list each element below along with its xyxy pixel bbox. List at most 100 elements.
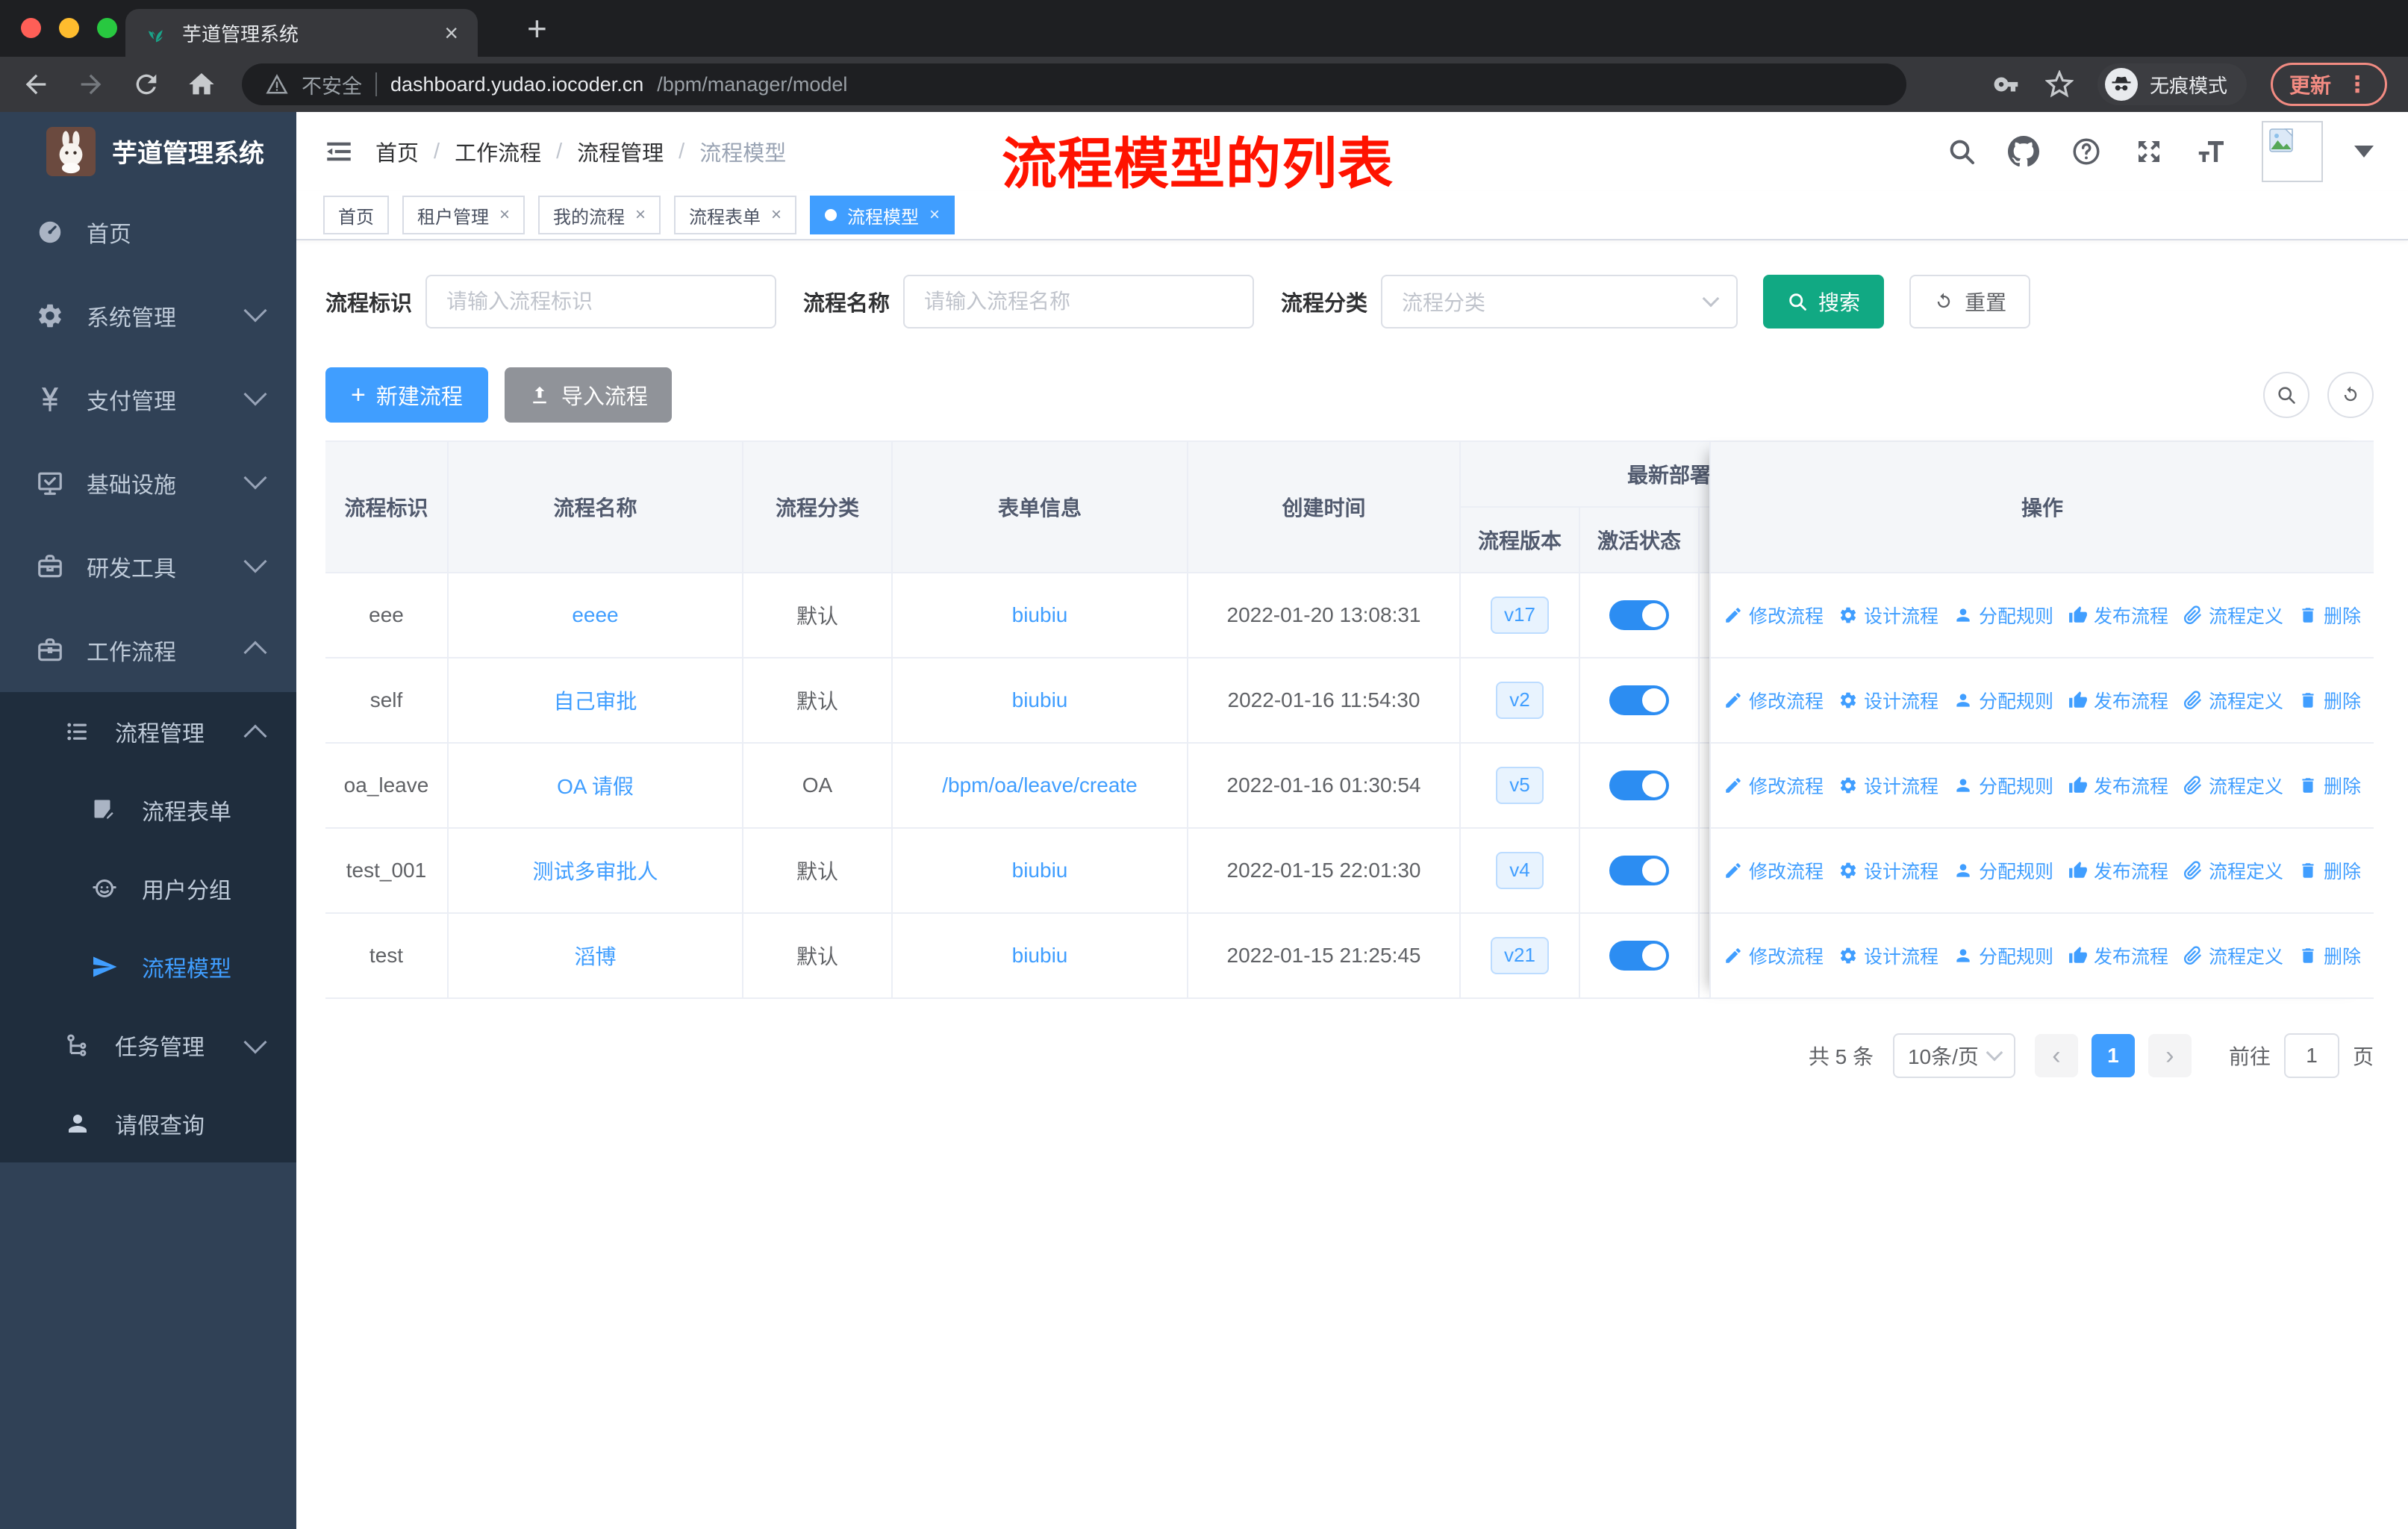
github-icon[interactable]: [2008, 136, 2039, 167]
form-info-link[interactable]: biubiu: [1012, 859, 1068, 882]
sidebar-item-leave-query[interactable]: 请假查询: [0, 1084, 296, 1162]
assign-rule-link[interactable]: 分配规则: [1953, 687, 2053, 714]
modify-process-link[interactable]: 修改流程: [1724, 857, 1824, 884]
font-size-icon[interactable]: [2196, 136, 2230, 167]
form-info-link[interactable]: biubiu: [1012, 944, 1068, 968]
back-icon[interactable]: [21, 69, 51, 99]
reload-icon[interactable]: [131, 69, 161, 99]
design-process-link[interactable]: 设计流程: [1838, 687, 1938, 714]
browser-tab[interactable]: 芋道管理系统 ×: [125, 9, 478, 57]
update-button[interactable]: 更新 ⋮: [2270, 63, 2387, 106]
create-process-button[interactable]: + 新建流程: [325, 367, 488, 423]
tag-tenant-management[interactable]: 租户管理 ×: [402, 196, 525, 234]
delete-link[interactable]: 删除: [2298, 942, 2361, 969]
sidebar-item-workflow[interactable]: 工作流程: [0, 608, 296, 692]
process-name-link[interactable]: OA 请假: [557, 770, 634, 800]
version-badge[interactable]: v5: [1496, 767, 1544, 804]
process-name-link[interactable]: 滔博: [574, 941, 616, 971]
assign-rule-link[interactable]: 分配规则: [1953, 602, 2053, 629]
form-info-link[interactable]: biubiu: [1012, 688, 1068, 712]
tab-close-icon[interactable]: ×: [444, 21, 458, 45]
avatar[interactable]: [2262, 121, 2323, 182]
delete-link[interactable]: 删除: [2298, 772, 2361, 799]
security-warning-icon[interactable]: [266, 73, 288, 96]
modify-process-link[interactable]: 修改流程: [1724, 772, 1824, 799]
assign-rule-link[interactable]: 分配规则: [1953, 857, 2053, 884]
sidebar-item-process-management[interactable]: 流程管理: [0, 692, 296, 770]
refresh-table-button[interactable]: [2327, 372, 2374, 418]
delete-link[interactable]: 删除: [2298, 857, 2361, 884]
delete-link[interactable]: 删除: [2298, 602, 2361, 629]
window-maximize-button[interactable]: [97, 18, 117, 38]
sidebar-item-payment[interactable]: 支付管理: [0, 358, 296, 441]
process-key-input[interactable]: [425, 275, 777, 328]
assign-rule-link[interactable]: 分配规则: [1953, 942, 2053, 969]
show-search-button[interactable]: [2263, 372, 2309, 418]
fullscreen-icon[interactable]: [2133, 136, 2165, 167]
forward-icon[interactable]: [76, 69, 106, 99]
active-toggle[interactable]: [1609, 600, 1669, 630]
tag-process-model[interactable]: 流程模型 ×: [810, 196, 955, 234]
active-toggle[interactable]: [1609, 856, 1669, 885]
goto-page-input[interactable]: [2283, 1033, 2339, 1078]
help-icon[interactable]: [2071, 136, 2102, 167]
process-name-link[interactable]: 自己审批: [553, 685, 637, 715]
design-process-link[interactable]: 设计流程: [1838, 602, 1938, 629]
tag-close-icon[interactable]: ×: [929, 206, 940, 224]
breadcrumb-workflow[interactable]: 工作流程: [455, 136, 541, 167]
modify-process-link[interactable]: 修改流程: [1724, 942, 1824, 969]
modify-process-link[interactable]: 修改流程: [1724, 687, 1824, 714]
version-badge[interactable]: v17: [1491, 597, 1549, 634]
version-badge[interactable]: v2: [1496, 682, 1544, 719]
form-info-link[interactable]: biubiu: [1012, 603, 1068, 627]
sidebar-item-process-form[interactable]: 流程表单: [0, 770, 296, 849]
breadcrumb-home[interactable]: 首页: [375, 136, 419, 167]
sidebar-item-devtools[interactable]: 研发工具: [0, 525, 296, 608]
url-bar[interactable]: 不安全 dashboard.yudao.iocoder.cn/bpm/manag…: [242, 63, 1906, 105]
process-name-link[interactable]: 测试多审批人: [532, 856, 658, 885]
active-toggle[interactable]: [1609, 941, 1669, 971]
process-definition-link[interactable]: 流程定义: [2183, 857, 2283, 884]
form-info-link[interactable]: /bpm/oa/leave/create: [942, 773, 1138, 797]
publish-process-link[interactable]: 发布流程: [2068, 942, 2168, 969]
design-process-link[interactable]: 设计流程: [1838, 772, 1938, 799]
tag-close-icon[interactable]: ×: [771, 206, 782, 224]
window-controls[interactable]: [21, 18, 117, 38]
publish-process-link[interactable]: 发布流程: [2068, 772, 2168, 799]
assign-rule-link[interactable]: 分配规则: [1953, 772, 2053, 799]
process-name-link[interactable]: eeee: [572, 603, 618, 627]
search-button[interactable]: 搜索: [1763, 275, 1885, 328]
breadcrumb-process-management[interactable]: 流程管理: [577, 136, 664, 167]
process-definition-link[interactable]: 流程定义: [2183, 942, 2283, 969]
sidebar-collapse-icon[interactable]: [323, 136, 355, 167]
process-definition-link[interactable]: 流程定义: [2183, 772, 2283, 799]
modify-process-link[interactable]: 修改流程: [1724, 602, 1824, 629]
active-toggle[interactable]: [1609, 770, 1669, 800]
version-badge[interactable]: v21: [1491, 937, 1549, 974]
browser-menu-icon[interactable]: ⋮: [2346, 72, 2368, 98]
import-process-button[interactable]: 导入流程: [504, 367, 672, 423]
sidebar-item-user-group[interactable]: 用户分组: [0, 849, 296, 927]
sidebar-item-system[interactable]: 系统管理: [0, 274, 296, 358]
avatar-caret-icon[interactable]: [2354, 146, 2374, 158]
window-minimize-button[interactable]: [59, 18, 79, 38]
tag-home[interactable]: 首页: [323, 196, 389, 234]
bookmark-star-icon[interactable]: [2044, 70, 2074, 99]
key-icon[interactable]: [1993, 70, 2021, 99]
sidebar-item-process-model[interactable]: 流程模型: [0, 927, 296, 1006]
active-toggle[interactable]: [1609, 685, 1669, 715]
sidebar-item-infrastructure[interactable]: 基础设施: [0, 441, 296, 525]
design-process-link[interactable]: 设计流程: [1838, 857, 1938, 884]
page-size-select[interactable]: 10条/页: [1892, 1033, 2015, 1078]
category-select[interactable]: 流程分类: [1381, 275, 1738, 328]
publish-process-link[interactable]: 发布流程: [2068, 857, 2168, 884]
page-1-button[interactable]: 1: [2091, 1034, 2135, 1077]
window-close-button[interactable]: [21, 18, 41, 38]
process-definition-link[interactable]: 流程定义: [2183, 602, 2283, 629]
tag-close-icon[interactable]: ×: [635, 206, 646, 224]
next-page-button[interactable]: ›: [2147, 1034, 2192, 1077]
version-badge[interactable]: v4: [1496, 852, 1544, 889]
tag-my-process[interactable]: 我的流程 ×: [538, 196, 661, 234]
search-icon[interactable]: [1947, 137, 1977, 166]
new-tab-button[interactable]: +: [527, 7, 547, 49]
